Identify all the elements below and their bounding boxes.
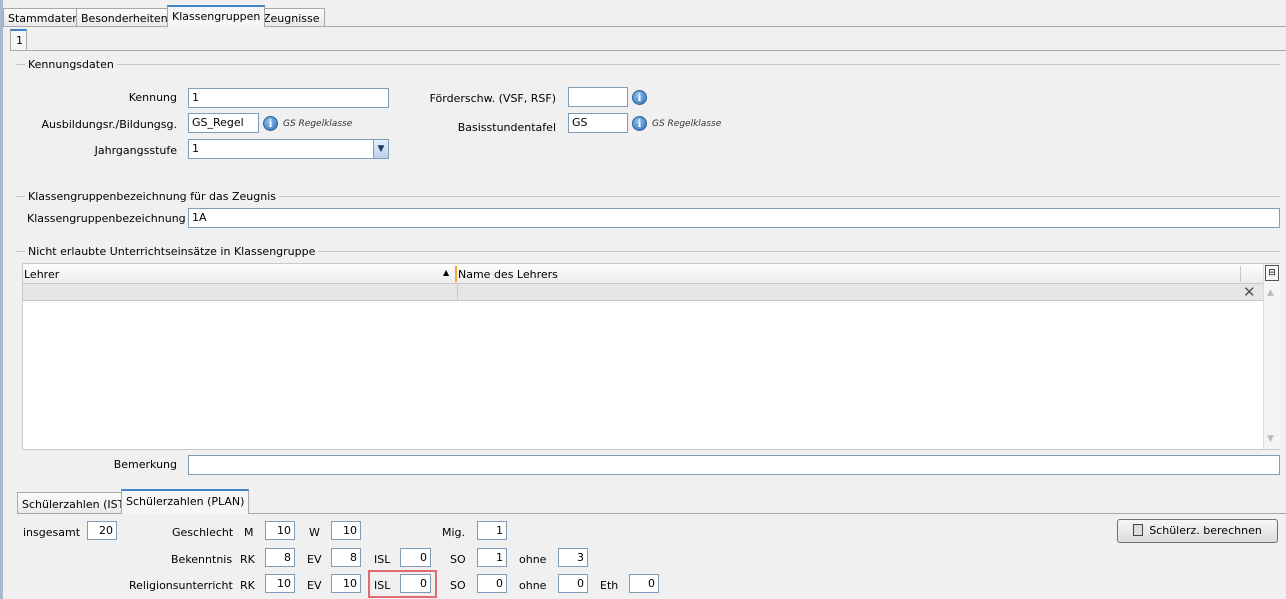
jahrgang-value: 1 <box>192 142 199 155</box>
bek-so-label: SO <box>450 553 466 566</box>
bek-ohne-value[interactable]: 3 <box>558 548 588 567</box>
unterricht-grid[interactable]: Lehrer ▲ Name des Lehrers ✕ ⊟ ▲ ▼ <box>22 263 1280 450</box>
rel-rk-value[interactable]: 10 <box>265 574 295 593</box>
bek-ev-value[interactable]: 8 <box>331 548 361 567</box>
column-chooser-icon[interactable]: ⊟ <box>1265 265 1279 281</box>
rel-ev-value[interactable]: 10 <box>331 574 361 593</box>
basis-input[interactable]: GS <box>568 113 628 133</box>
bekenntnis-label: Bekenntnis <box>171 553 233 566</box>
ausbildung-label: Ausbildungsr./Bildungsg. <box>41 118 177 131</box>
mig-value[interactable]: 1 <box>477 521 507 540</box>
rel-ev-label: EV <box>307 579 322 592</box>
tab-zeugnisse[interactable]: Zeugnisse <box>258 8 325 27</box>
rel-eth-label: Eth <box>600 579 619 592</box>
bek-rk-value[interactable]: 8 <box>265 548 295 567</box>
rel-ohne-label: ohne <box>519 579 547 592</box>
w-label: W <box>309 526 320 539</box>
scroll-up-icon[interactable]: ▲ <box>1267 288 1274 298</box>
tab-schuelerzahlen-plan[interactable]: Schülerzahlen (PLAN) <box>121 489 250 514</box>
basis-info-icon[interactable]: i <box>632 116 647 131</box>
tab-schuelerzahlen-ist[interactable]: Schülerzahlen (IST) <box>17 492 134 514</box>
bek-isl-label: ISL <box>374 553 391 566</box>
bek-isl-value[interactable]: 0 <box>400 548 431 567</box>
m-label: M <box>244 526 254 539</box>
klassengruppenbezeichnung-input[interactable]: 1A <box>188 208 1280 228</box>
window-left-border <box>0 0 3 599</box>
column-header-name-des-lehrers[interactable]: Name des Lehrers <box>458 268 558 281</box>
kennung-label: Kennung <box>128 91 177 104</box>
insgesamt-label: insgesamt <box>23 526 81 539</box>
bemerkung-input[interactable] <box>188 455 1280 475</box>
group-title-kennungsdaten: Kennungsdaten <box>25 58 117 71</box>
ausbildung-input[interactable]: GS_Regel <box>188 113 259 133</box>
foerder-label: Förderschw. (VSF, RSF) <box>429 92 556 105</box>
grid-header: Lehrer ▲ Name des Lehrers <box>23 264 1263 284</box>
bek-ohne-label: ohne <box>519 553 547 566</box>
tab-besonderheiten[interactable]: Besonderheiten <box>76 8 173 27</box>
rel-ohne-value[interactable]: 0 <box>558 574 588 593</box>
mig-label: Mig. <box>442 526 466 539</box>
geschlecht-label: Geschlecht <box>172 526 234 539</box>
foerder-info-icon[interactable]: i <box>632 90 647 105</box>
clear-filter-icon[interactable]: ✕ <box>1243 283 1256 301</box>
sort-asc-icon[interactable]: ▲ <box>443 268 449 277</box>
subtab-panel-border <box>10 50 1286 51</box>
rel-rk-label: RK <box>240 579 255 592</box>
ausbildung-info-icon[interactable]: i <box>263 116 278 131</box>
bemerkung-label: Bemerkung <box>113 458 177 471</box>
grid-filter-row[interactable]: ✕ <box>23 283 1263 301</box>
grid-vertical-scrollbar[interactable]: ⊟ ▲ ▼ <box>1263 264 1280 449</box>
group-title-zeugnis: Klassengruppenbezeichnung für das Zeugni… <box>25 190 279 203</box>
w-value[interactable]: 10 <box>331 521 361 540</box>
klassengruppenbezeichnung-label: Klassengruppenbezeichnung <box>27 212 186 225</box>
scroll-down-icon[interactable]: ▼ <box>1267 434 1274 444</box>
column-separator-end <box>1240 266 1241 282</box>
foerder-input[interactable] <box>568 87 628 107</box>
tab-stammdaten[interactable]: Stammdaten <box>3 8 85 27</box>
column-header-lehrer[interactable]: Lehrer <box>23 268 455 281</box>
ausbildung-hint: GS Regelklasse <box>283 119 353 129</box>
kennung-input[interactable]: 1 <box>188 88 389 108</box>
rel-eth-value[interactable]: 0 <box>629 574 659 593</box>
bek-so-value[interactable]: 1 <box>477 548 507 567</box>
schuelerzahlen-berechnen-button[interactable]: Schülerz. berechnen <box>1117 519 1278 543</box>
tab-klassengruppen[interactable]: Klassengruppen <box>167 5 266 27</box>
insgesamt-value[interactable]: 20 <box>87 521 117 540</box>
basis-label: Basisstundentafel <box>457 121 556 134</box>
filter-separator <box>457 284 458 301</box>
religionsunterricht-label: Religionsunterricht <box>129 579 233 592</box>
column-separator[interactable] <box>455 266 457 282</box>
bek-ev-label: EV <box>307 553 322 566</box>
rel-so-label: SO <box>450 579 466 592</box>
tab-klassengruppe-1[interactable]: 1 <box>10 29 27 50</box>
jahrgang-select[interactable]: 1 ▼ <box>188 139 389 159</box>
bek-rk-label: RK <box>240 553 255 566</box>
m-value[interactable]: 10 <box>265 521 295 540</box>
group-line-kennungsdaten <box>16 64 1280 65</box>
calc-button-label: Schülerz. berechnen <box>1149 524 1262 537</box>
chevron-down-icon[interactable]: ▼ <box>373 140 388 158</box>
calculator-icon <box>1133 524 1144 536</box>
rel-so-value[interactable]: 0 <box>477 574 507 593</box>
isl-highlight-box <box>368 570 437 598</box>
jahrgang-label: Jahrgangsstufe <box>94 144 177 157</box>
basis-hint: GS Regelklasse <box>652 119 722 129</box>
group-title-unterricht: Nicht erlaubte Unterrichtseinsätze in Kl… <box>25 245 319 258</box>
